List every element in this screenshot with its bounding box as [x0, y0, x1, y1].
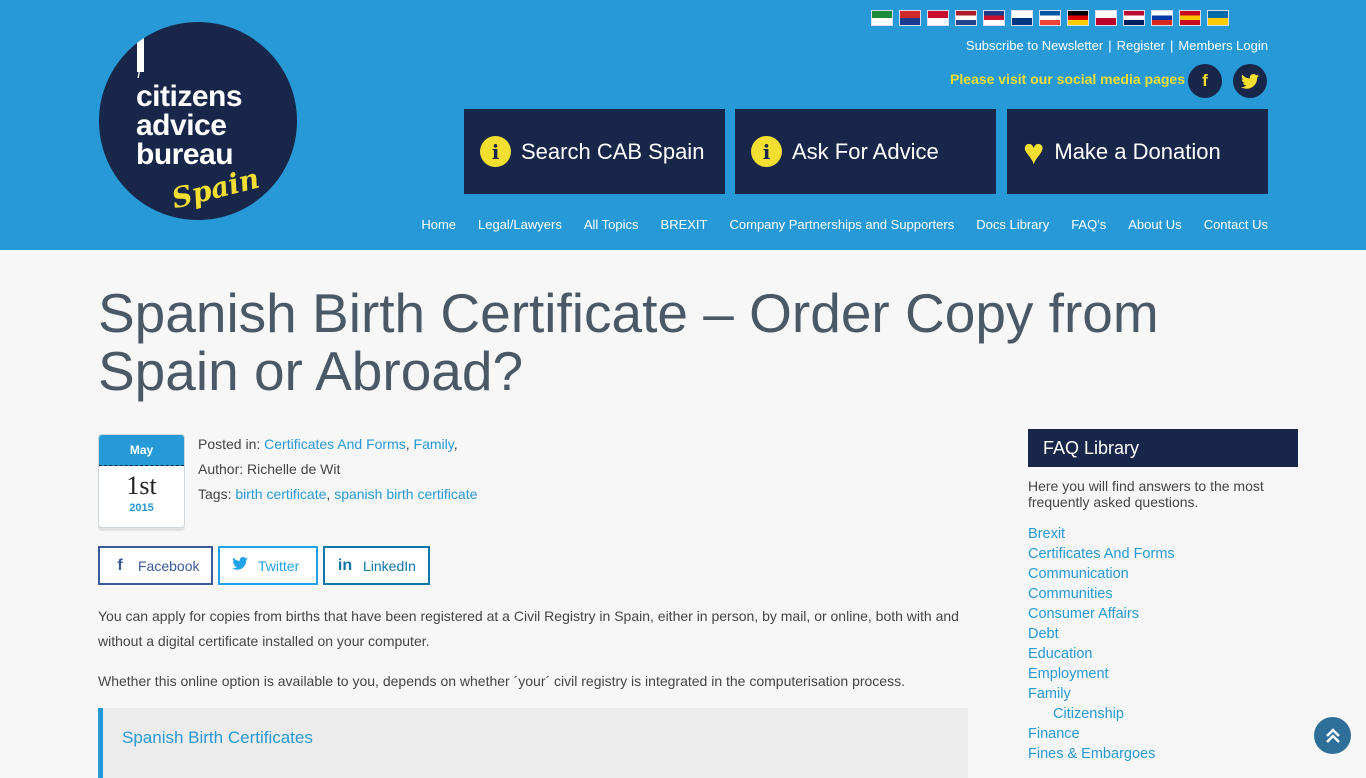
- nav-all-topics[interactable]: All Topics: [584, 217, 639, 232]
- register-link[interactable]: Register: [1117, 38, 1165, 53]
- facebook-icon[interactable]: f: [1188, 64, 1222, 98]
- nav-legal-lawyers[interactable]: Legal/Lawyers: [478, 217, 562, 232]
- author-row: Author: Richelle de Wit: [198, 461, 341, 477]
- faq-category-item[interactable]: Employment: [1028, 664, 1175, 684]
- share-linkedin-button[interactable]: in LinkedIn: [323, 546, 430, 585]
- nav-contact-us[interactable]: Contact Us: [1204, 217, 1268, 232]
- post-month: May: [99, 435, 184, 466]
- nav-company-partnerships[interactable]: Company Partnerships and Supporters: [730, 217, 955, 232]
- chinese-flag[interactable]: [899, 10, 921, 26]
- main-nav: Home Legal/Lawyers All Topics BREXIT Com…: [421, 217, 1268, 232]
- members-login-link[interactable]: Members Login: [1178, 38, 1268, 53]
- faq-category-item[interactable]: Certificates And Forms: [1028, 544, 1175, 564]
- faq-category-item[interactable]: Debt: [1028, 624, 1175, 644]
- faq-category-item[interactable]: Consumer Affairs: [1028, 604, 1175, 624]
- category-link[interactable]: Family: [414, 436, 454, 452]
- english-flag[interactable]: [983, 10, 1005, 26]
- twitter-bird-icon: [1241, 73, 1259, 89]
- japanese-flag[interactable]: [1095, 10, 1117, 26]
- faq-category-item[interactable]: Citizenship: [1028, 704, 1175, 724]
- category-link[interactable]: Certificates And Forms: [264, 436, 406, 452]
- posted-in-label: Posted in:: [198, 436, 265, 452]
- nav-brexit[interactable]: BREXIT: [661, 217, 708, 232]
- french-flag[interactable]: [1039, 10, 1061, 26]
- ask-for-advice-label: Ask For Advice: [792, 138, 939, 164]
- share-twitter-label: Twitter: [258, 557, 300, 574]
- share-facebook-label: Facebook: [138, 557, 200, 574]
- faq-category-item[interactable]: Brexit: [1028, 524, 1175, 544]
- share-facebook-button[interactable]: f Facebook: [98, 546, 213, 585]
- tag-link[interactable]: spanish birth certificate: [334, 486, 477, 502]
- tag-link[interactable]: birth certificate: [235, 486, 326, 502]
- nav-about-us[interactable]: About Us: [1128, 217, 1181, 232]
- heart-icon: ♥: [1023, 130, 1045, 172]
- article-paragraph: Whether this online option is available …: [98, 673, 905, 689]
- posted-in-row: Posted in: Certificates And Forms, Famil…: [198, 436, 458, 452]
- arabic-flag[interactable]: [871, 10, 893, 26]
- tags-label: Tags:: [198, 486, 236, 502]
- language-flags: [871, 10, 1229, 28]
- top-links: Subscribe to Newsletter | Register | Members…: [966, 38, 1268, 53]
- faq-category-item[interactable]: Communities: [1028, 584, 1175, 604]
- cab-spain-logo[interactable]: i citizens advice bureau Spain: [99, 22, 297, 220]
- faq-category-item[interactable]: Education: [1028, 644, 1175, 664]
- danish-flag[interactable]: [927, 10, 949, 26]
- logo-line-2: advice: [136, 109, 227, 142]
- post-meta: Posted in: Certificates And Forms, Famil…: [198, 432, 477, 507]
- scroll-to-top-button[interactable]: [1314, 717, 1351, 754]
- social-text: Please visit our social media pages: [950, 71, 1185, 87]
- nav-home[interactable]: Home: [421, 217, 456, 232]
- subscribe-link[interactable]: Subscribe to Newsletter: [966, 38, 1103, 53]
- info-icon: i: [751, 136, 782, 167]
- faq-category-item[interactable]: Fines & Embargoes: [1028, 744, 1175, 764]
- separator: |: [1108, 38, 1112, 53]
- faq-library-heading: FAQ Library: [1028, 429, 1298, 467]
- post-year: 2015: [129, 502, 154, 514]
- facebook-icon: f: [117, 556, 123, 574]
- search-cab-spain-label: Search CAB Spain: [521, 138, 705, 164]
- nav-faqs[interactable]: FAQ's: [1071, 217, 1106, 232]
- german-flag[interactable]: [1067, 10, 1089, 26]
- spanish-flag[interactable]: [1179, 10, 1201, 26]
- article-paragraph: You can apply for copies from births tha…: [98, 608, 959, 649]
- nav-docs-library[interactable]: Docs Library: [976, 217, 1049, 232]
- share-linkedin-label: LinkedIn: [363, 557, 416, 574]
- search-cab-spain-button[interactable]: i Search CAB Spain: [464, 109, 725, 194]
- swedish-flag[interactable]: [1207, 10, 1229, 26]
- info-icon: i: [480, 136, 511, 167]
- logo-line-1: citizens: [136, 80, 243, 113]
- share-twitter-button[interactable]: Twitter: [218, 546, 318, 585]
- logo-line-3: bureau: [136, 138, 234, 171]
- dutch-flag[interactable]: [955, 10, 977, 26]
- ask-for-advice-button[interactable]: i Ask For Advice: [735, 109, 996, 194]
- faq-category-item[interactable]: Family: [1028, 684, 1175, 704]
- twitter-icon[interactable]: [1233, 64, 1267, 98]
- double-chevron-up-icon: [1325, 727, 1340, 743]
- twitter-icon: [232, 556, 248, 575]
- linkedin-icon: in: [337, 556, 353, 574]
- faq-category-item[interactable]: Finance: [1028, 724, 1175, 744]
- post-date: May 1st 2015: [98, 434, 185, 528]
- russian-flag[interactable]: [1151, 10, 1173, 26]
- make-a-donation-label: Make a Donation: [1054, 138, 1221, 164]
- site-header: i citizens advice bureau Spain Subscribe…: [0, 0, 1366, 250]
- faq-category-item[interactable]: Communication: [1028, 564, 1175, 584]
- norwegian-flag[interactable]: [1123, 10, 1145, 26]
- tags-row: Tags: birth certificate, spanish birth c…: [198, 486, 478, 502]
- faq-library-description: Here you will find answers to the most f…: [1028, 478, 1264, 510]
- finnish-flag[interactable]: [1011, 10, 1033, 26]
- callout-title[interactable]: Spanish Birth Certificates: [122, 728, 313, 747]
- page-title: Spanish Birth Certificate – Order Copy f…: [98, 282, 1159, 402]
- faq-category-list: Brexit Certificates And Forms Communicatio…: [1028, 524, 1175, 764]
- make-a-donation-button[interactable]: ♥ Make a Donation: [1007, 109, 1268, 194]
- post-day: 1st: [126, 471, 157, 500]
- separator: |: [1170, 38, 1174, 53]
